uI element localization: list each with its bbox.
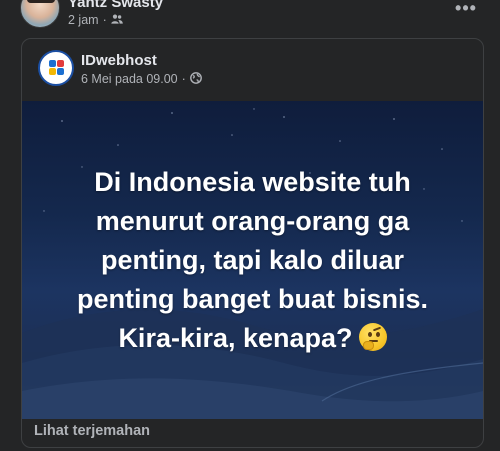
meta-separator: · <box>181 72 186 86</box>
logo-square-yellow <box>49 68 56 75</box>
see-translation-link[interactable]: Lihat terjemahan <box>34 423 150 439</box>
logo-square-red <box>57 60 64 67</box>
author-avatar[interactable] <box>20 0 60 28</box>
globe-icon[interactable] <box>189 71 202 87</box>
caption-line: Kira-kira, kenapa? <box>118 323 353 353</box>
logo-square-blue <box>49 60 56 67</box>
caption-line-last: Kira-kira, kenapa? <box>42 319 463 358</box>
caption-line: menurut orang-orang ga <box>95 206 410 236</box>
shared-post-date[interactable]: 6 Mei pada 09.00 <box>81 72 178 86</box>
more-options-button[interactable]: ••• <box>452 0 480 18</box>
image-caption: Di Indonesia website tuh menurut orang-o… <box>42 163 463 358</box>
caption-line: penting, tapi kalo diluar <box>100 245 405 275</box>
meta-separator: · <box>102 13 107 27</box>
shared-post-card[interactable]: IDwebhost 6 Mei pada 09.00 · Di Indonesi… <box>21 38 484 448</box>
friends-icon[interactable] <box>111 13 123 27</box>
thinking-face-icon <box>358 323 387 351</box>
post-header: Yantz Swasty 2 jam · ••• <box>0 0 500 38</box>
post-meta: 2 jam · <box>68 12 123 28</box>
caption-line: penting banget buat bisnis. <box>77 284 428 314</box>
shared-post-header: IDwebhost 6 Mei pada 09.00 · <box>22 39 483 102</box>
page-name[interactable]: IDwebhost <box>81 52 157 69</box>
post-time[interactable]: 2 jam <box>68 13 99 27</box>
avatar-hair <box>27 0 55 3</box>
page-logo[interactable] <box>38 50 74 86</box>
shared-post-meta: 6 Mei pada 09.00 · <box>81 71 202 87</box>
post-image[interactable]: Di Indonesia website tuh menurut orang-o… <box>22 101 483 419</box>
caption-line: Di Indonesia website tuh <box>94 167 411 197</box>
author-name[interactable]: Yantz Swasty <box>68 0 163 11</box>
logo-square-blue-2 <box>57 68 64 75</box>
